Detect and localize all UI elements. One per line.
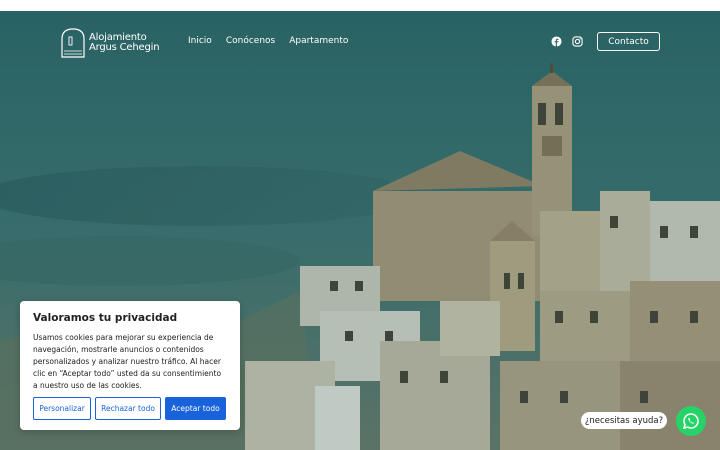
- nav-item-conocenos[interactable]: Conócenos: [226, 36, 275, 46]
- whatsapp-icon: [682, 413, 699, 430]
- cookie-body: Usamos cookies para mejorar su experienc…: [33, 333, 222, 390]
- logo-line2: Argus Cehegin: [89, 42, 160, 53]
- main-nav: Inicio Conócenos Apartamento: [188, 36, 348, 46]
- contact-button[interactable]: Contacto: [597, 32, 660, 51]
- nav-item-inicio[interactable]: Inicio: [188, 36, 212, 46]
- site-logo[interactable]: Alojamiento Argus Cehegin: [60, 27, 160, 59]
- site-header: Alojamiento Argus Cehegin Inicio Conócen…: [0, 11, 720, 71]
- logo-mark-icon: [61, 28, 85, 58]
- nav-item-apartamento[interactable]: Apartamento: [289, 36, 348, 46]
- cookie-buttons: Personalizar Rechazar todo Aceptar todo: [33, 397, 226, 420]
- help-bubble[interactable]: ¿necesitas ayuda?: [581, 412, 667, 429]
- top-strip: [0, 0, 720, 11]
- customize-button[interactable]: Personalizar: [33, 397, 91, 420]
- logo-text: Alojamiento Argus Cehegin: [89, 32, 160, 54]
- instagram-icon[interactable]: [572, 36, 583, 47]
- facebook-icon[interactable]: [551, 36, 562, 47]
- cookie-title: Valoramos tu privacidad: [33, 312, 178, 324]
- accept-all-button[interactable]: Aceptar todo: [165, 397, 226, 420]
- cookie-consent-banner: Valoramos tu privacidad Usamos cookies p…: [20, 301, 240, 430]
- reject-all-button[interactable]: Rechazar todo: [95, 397, 161, 420]
- whatsapp-button[interactable]: [676, 406, 706, 436]
